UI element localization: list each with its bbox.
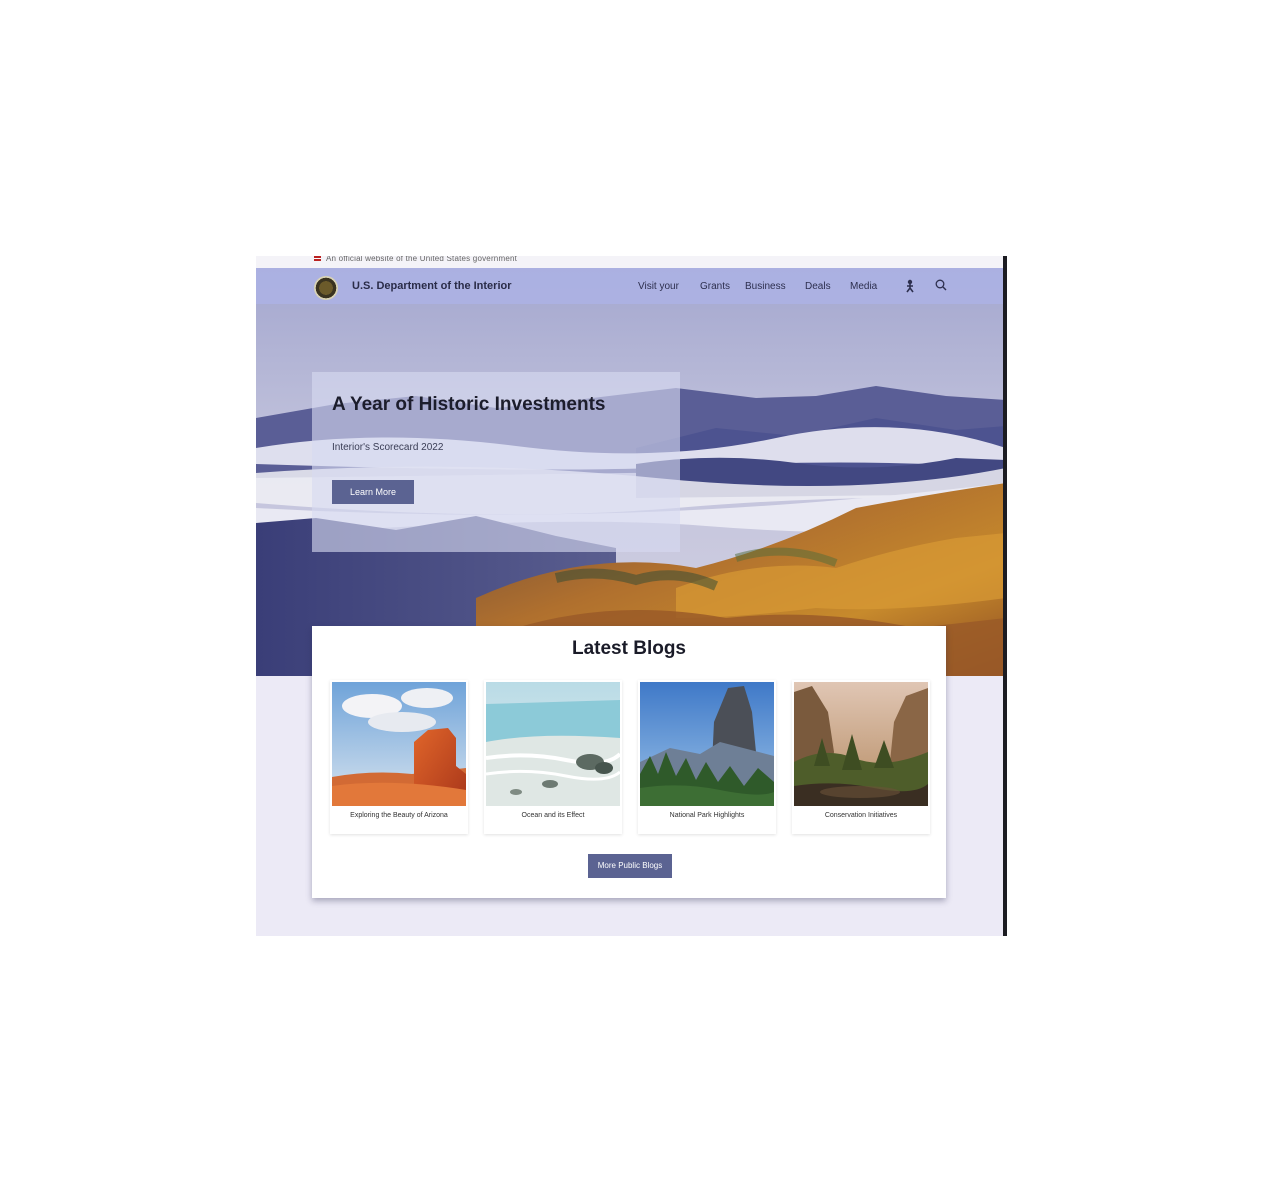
blog-title[interactable]: Exploring the Beauty of Arizona	[330, 812, 468, 819]
hero-title: A Year of Historic Investments	[332, 394, 606, 415]
nav-business[interactable]: Business	[745, 281, 786, 292]
granite-peak-forest-image	[640, 682, 774, 806]
nav-grants[interactable]: Grants	[700, 281, 730, 292]
browser-viewport: An official website of the United States…	[256, 256, 1006, 936]
site-title[interactable]: U.S. Department of the Interior	[352, 280, 512, 292]
blog-card-arizona[interactable]: Exploring the Beauty of Arizona	[330, 680, 468, 834]
person-icon[interactable]	[904, 279, 916, 293]
blog-card-ocean[interactable]: Ocean and its Effect	[484, 680, 622, 834]
blog-title[interactable]: National Park Highlights	[638, 812, 776, 819]
valley-cliffs-image	[794, 682, 928, 806]
window-edge	[1003, 256, 1007, 936]
search-icon[interactable]	[935, 279, 947, 291]
blog-title[interactable]: Ocean and its Effect	[484, 812, 622, 819]
nav-deals[interactable]: Deals	[805, 281, 831, 292]
hero-learn-more-button[interactable]: Learn More	[332, 480, 414, 504]
us-flag-icon	[314, 256, 321, 261]
top-navbar: U.S. Department of the Interior Visit yo…	[256, 268, 1006, 304]
more-blogs-button[interactable]: More Public Blogs	[588, 854, 672, 878]
latest-blogs-panel: Latest Blogs Exploring the Beauty of Ari…	[312, 626, 946, 898]
gov-banner-text: An official website of the United States…	[326, 256, 518, 263]
doi-seal-logo[interactable]	[314, 276, 338, 300]
gov-banner: An official website of the United States…	[256, 256, 1006, 268]
hero-subtitle: Interior's Scorecard 2022	[332, 442, 444, 453]
red-rock-butte-image	[332, 682, 466, 806]
hero-section: U.S. Department of the Interior Visit yo…	[256, 268, 1006, 676]
nav-media[interactable]: Media	[850, 281, 877, 292]
blog-title[interactable]: Conservation Initiatives	[792, 812, 930, 819]
blogs-heading: Latest Blogs	[571, 638, 687, 659]
hero-feature-card: A Year of Historic Investments Interior'…	[312, 372, 680, 552]
blog-card-conservation[interactable]: Conservation Initiatives	[792, 680, 930, 834]
blog-card-national-park[interactable]: National Park Highlights	[638, 680, 776, 834]
coastline-image	[486, 682, 620, 806]
nav-visit[interactable]: Visit your	[638, 281, 679, 292]
